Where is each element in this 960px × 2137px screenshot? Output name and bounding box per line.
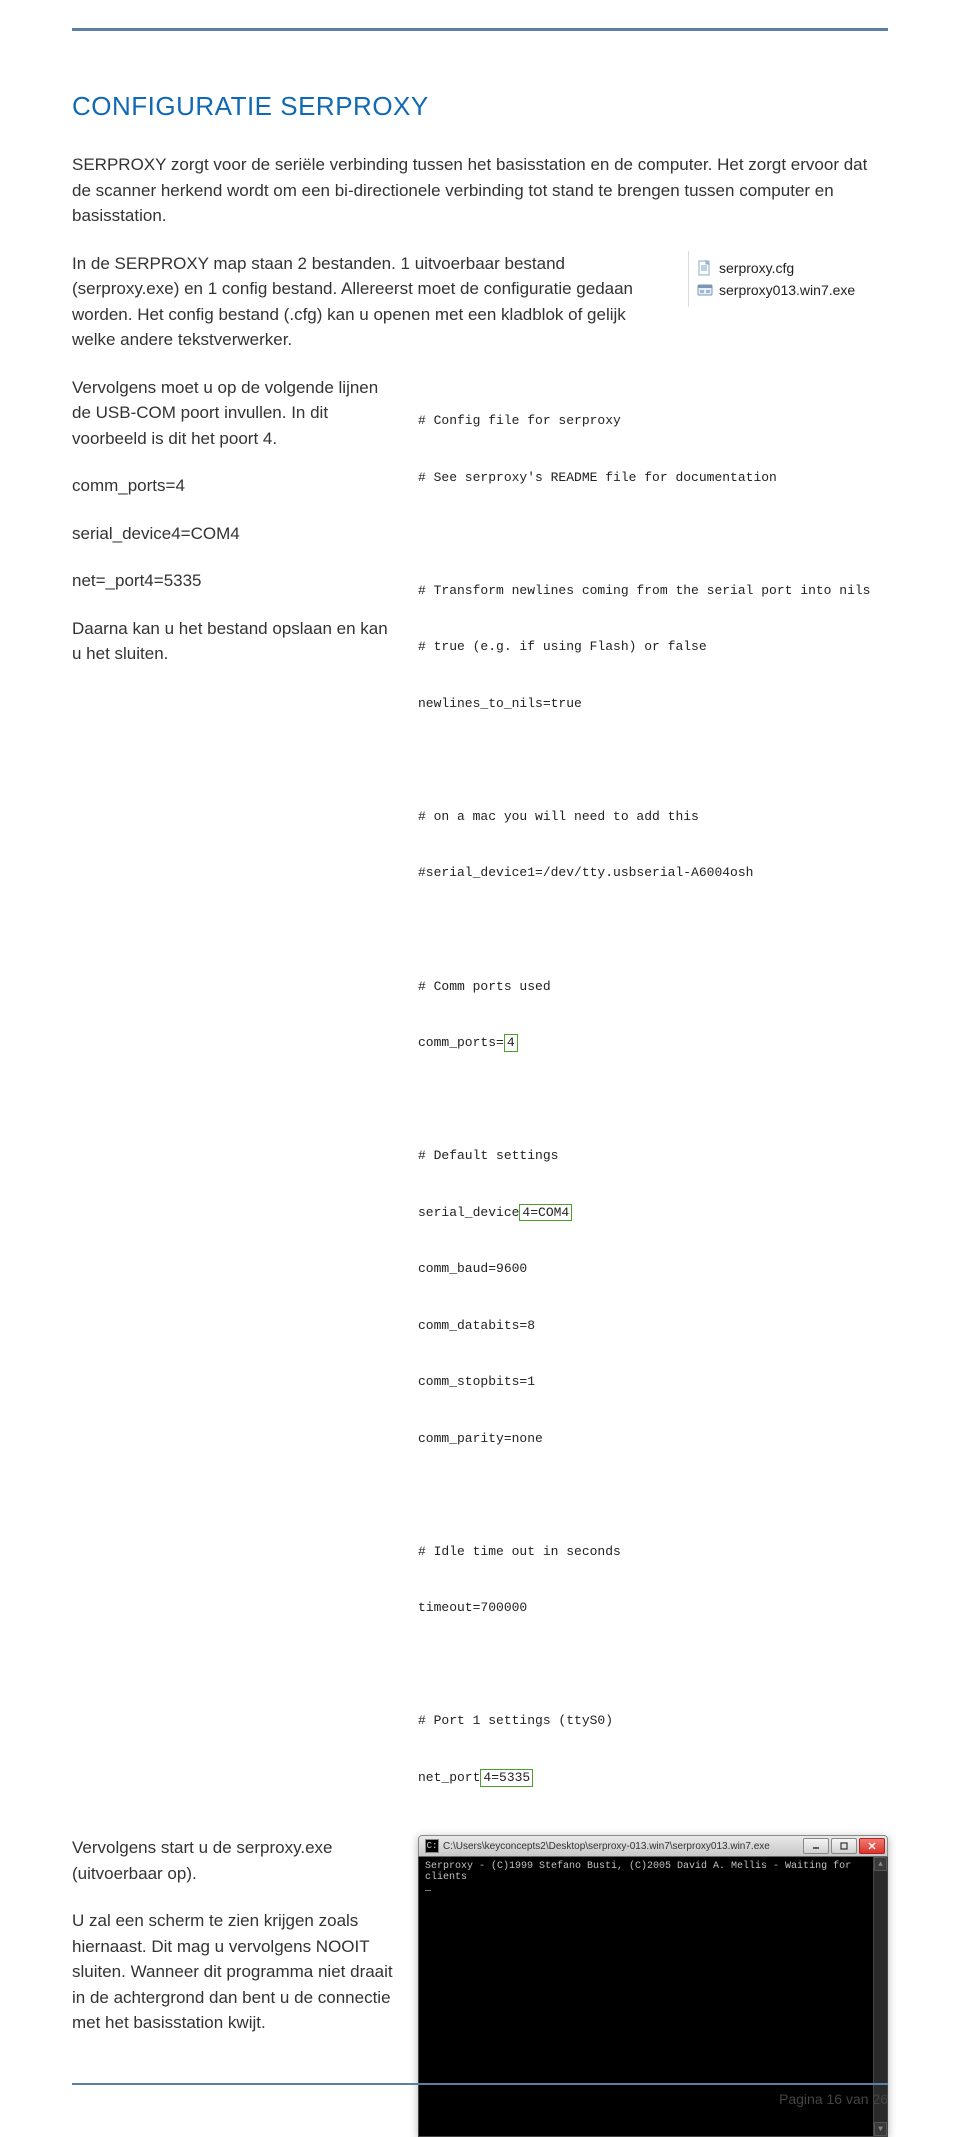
highlight-box: 4=5335 [480,1769,533,1787]
file-name-exe: serproxy013.win7.exe [719,282,855,298]
cmd-titlebar: C: C:\Users\keyconcepts2\Desktop\serprox… [418,1835,888,1857]
exe-file-icon [697,282,713,298]
file-item-cfg: serproxy.cfg [697,257,874,279]
close-button[interactable] [859,1838,885,1854]
cfg-file-icon [697,260,713,276]
setting-comm-ports: comm_ports=4 [72,473,394,499]
cfg-line: # See serproxy's README file for documen… [418,469,888,488]
paragraph-5: Vervolgens start u de serproxy.exe (uitv… [72,1835,394,1886]
file-name-cfg: serproxy.cfg [719,260,794,276]
cfg-line-commports: comm_ports=4 [418,1034,888,1053]
page-title: CONFIGURATIE SERPROXY [72,91,888,122]
scroll-up-icon[interactable]: ▲ [874,1857,887,1871]
maximize-button[interactable] [831,1838,857,1854]
cmd-title-text: C:\Users\keyconcepts2\Desktop\serproxy-0… [443,1841,803,1852]
cfg-text: serial_device [418,1205,519,1220]
cfg-line: comm_stopbits=1 [418,1373,888,1392]
file-item-exe: serproxy013.win7.exe [697,279,874,301]
cfg-line: # on a mac you will need to add this [418,808,888,827]
page-footer: Pagina 16 van 26 [72,2083,888,2107]
scroll-down-icon[interactable]: ▼ [874,2122,887,2136]
cfg-line: timeout=700000 [418,1599,888,1618]
cfg-line: # Idle time out in seconds [418,1543,888,1562]
top-rule [72,28,888,31]
cmd-title-icon: C: [425,1839,439,1853]
cfg-line: comm_parity=none [418,1430,888,1449]
paragraph-6: U zal een scherm te zien krijgen zoals h… [72,1908,394,2036]
cfg-line: # Default settings [418,1147,888,1166]
cfg-line-serialdevice: serial_device4=COM4 [418,1204,888,1223]
cfg-text: comm_ports= [418,1035,504,1050]
footer-rule [72,2083,888,2085]
highlight-box: 4 [504,1034,518,1052]
cfg-line: comm_baud=9600 [418,1260,888,1279]
cfg-line: comm_databits=8 [418,1317,888,1336]
file-list: serproxy.cfg serproxy013.win7.exe [688,251,888,307]
cmd-output-line: Serproxy - (C)1999 Stefano Busti, (C)200… [425,1861,881,1883]
intro-paragraph-1: SERPROXY zorgt voor de seriële verbindin… [72,152,888,229]
paragraph-3: Vervolgens moet u op de volgende lijnen … [72,375,394,452]
setting-net-port: net=_port4=5335 [72,568,394,594]
intro-paragraph-2: In de SERPROXY map staan 2 bestanden. 1 … [72,251,664,353]
cfg-line: # Transform newlines coming from the ser… [418,582,888,601]
cfg-line: newlines_to_nils=true [418,695,888,714]
highlight-box: 4=COM4 [519,1204,572,1222]
paragraph-4: Daarna kan u het bestand opslaan en kan … [72,616,394,667]
cmd-cursor: _ [425,1883,881,1894]
cfg-line: # Port 1 settings (ttyS0) [418,1712,888,1731]
minimize-button[interactable] [803,1838,829,1854]
cfg-line: # true (e.g. if using Flash) or false [418,638,888,657]
cfg-line-netport: net_port4=5335 [418,1769,888,1788]
setting-serial-device: serial_device4=COM4 [72,521,394,547]
cfg-text: net_port [418,1770,480,1785]
page-number: Pagina 16 van 26 [72,2091,888,2107]
config-file-content: # Config file for serproxy # See serprox… [418,375,888,1826]
cfg-line: #serial_device1=/dev/tty.usbserial-A6004… [418,864,888,883]
cfg-line: # Comm ports used [418,978,888,997]
cfg-line: # Config file for serproxy [418,412,888,431]
